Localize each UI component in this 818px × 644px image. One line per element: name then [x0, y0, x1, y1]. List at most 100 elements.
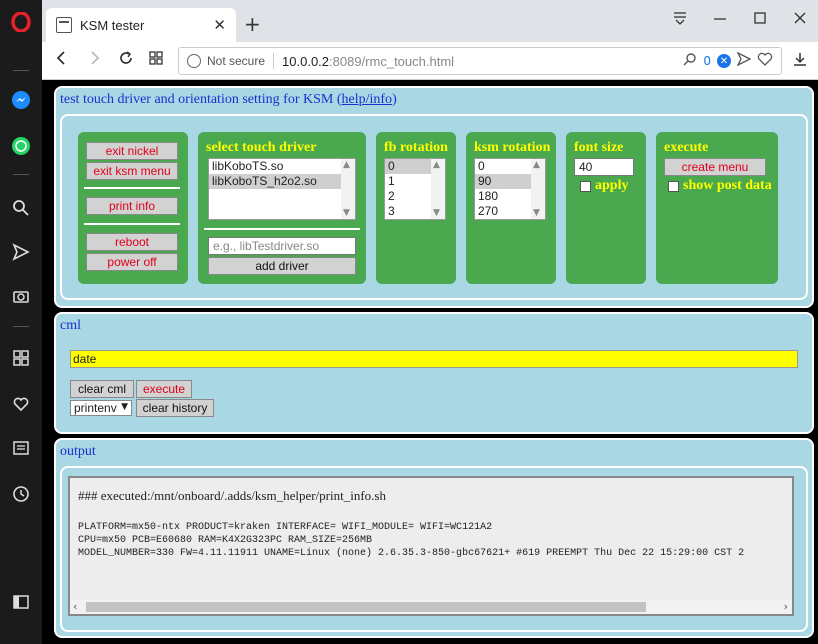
list-option[interactable]: libKoboTS_h2o2.so [209, 174, 355, 189]
driver-name-input[interactable]: e.g., libTestdriver.so [208, 237, 356, 255]
output-console[interactable]: ### executed:/mnt/onboard/.adds/ksm_help… [68, 476, 794, 616]
close-window-icon[interactable] [792, 10, 808, 30]
security-status[interactable]: Not secure [207, 54, 265, 68]
page-title-text: test touch driver and orientation settin… [60, 92, 334, 107]
sidebar-separator [13, 70, 29, 71]
ksm-rotation-box: ksm rotation 0 90 180 270 ▲ ▼ [466, 132, 556, 284]
scrollbar-thumb[interactable] [86, 602, 646, 612]
print-info-button[interactable]: print info [86, 197, 178, 215]
ksm-rotation-title: ksm rotation [474, 140, 551, 155]
heart-icon[interactable] [9, 392, 33, 416]
list-scrollbar[interactable]: ▲ ▼ [531, 159, 545, 219]
create-menu-button[interactable]: create menu [664, 158, 766, 176]
cml-panel: cml date clear cml execute printenv ▼ cl… [54, 312, 814, 434]
minimize-icon[interactable] [712, 10, 728, 30]
scroll-up-icon[interactable]: ▲ [533, 160, 540, 170]
scroll-down-icon[interactable]: ▼ [343, 208, 350, 218]
show-post-data-checkbox[interactable] [668, 181, 679, 192]
output-horizontal-scrollbar[interactable]: ‹ › [70, 600, 792, 614]
scroll-left-icon[interactable]: ‹ [73, 600, 77, 613]
ad-blocker-icon[interactable]: ✕ [717, 54, 731, 68]
power-off-button[interactable]: power off [86, 253, 178, 271]
whatsapp-icon[interactable] [9, 134, 33, 158]
font-size-title: font size [574, 140, 624, 155]
fb-rotation-list[interactable]: 0123 ▲ ▼ [384, 158, 446, 220]
execute-box: execute create menu show post data [656, 132, 778, 284]
search-page-icon[interactable] [683, 52, 697, 70]
send-icon[interactable] [9, 240, 33, 264]
url-host: 10.0.0.2 [282, 53, 330, 69]
scroll-down-icon[interactable]: ▼ [433, 208, 440, 218]
scroll-right-icon[interactable]: › [784, 600, 788, 613]
scroll-up-icon[interactable]: ▲ [343, 160, 350, 170]
url-separator [273, 53, 275, 69]
back-icon[interactable] [54, 50, 70, 71]
actions-box: exit nickel exit ksm menu print info reb… [78, 132, 188, 284]
history-clock-icon[interactable] [9, 482, 33, 506]
page-title: test touch driver and orientation settin… [60, 92, 397, 108]
download-icon[interactable] [792, 51, 808, 71]
fb-rotation-title: fb rotation [384, 140, 448, 155]
url-path: :8089/rmc_touch.html [329, 53, 455, 69]
opera-logo-icon[interactable] [9, 10, 33, 34]
list-scrollbar[interactable]: ▲ ▼ [431, 159, 445, 219]
scroll-down-icon[interactable]: ▼ [533, 208, 540, 218]
page-content: test touch driver and orientation settin… [42, 80, 818, 644]
tabs-grid-icon[interactable] [148, 50, 164, 71]
tab-ksm-tester[interactable]: KSM tester ✕ [46, 8, 236, 42]
output-panel: output ### executed:/mnt/onboard/.adds/k… [54, 438, 814, 638]
list-option[interactable]: libKoboTS.so [209, 159, 355, 174]
reload-icon[interactable] [118, 50, 134, 71]
exit-nickel-button[interactable]: exit nickel [86, 142, 178, 160]
help-close-paren: ) [392, 92, 397, 107]
maximize-icon[interactable] [752, 10, 768, 30]
tab-menu-icon[interactable] [672, 10, 688, 30]
touch-driver-title: select touch driver [206, 140, 317, 155]
divider [84, 223, 180, 225]
add-driver-button[interactable]: add driver [208, 257, 356, 275]
touch-driver-box: select touch driver libKoboTS.so libKoboT… [198, 132, 366, 284]
speed-dial-icon[interactable] [9, 346, 33, 370]
new-tab-button[interactable]: + [244, 12, 261, 36]
exit-ksm-menu-button[interactable]: exit ksm menu [86, 162, 178, 180]
show-post-data-label: show post data [683, 178, 772, 193]
chevron-down-icon: ▼ [121, 402, 128, 412]
reboot-button[interactable]: reboot [86, 233, 178, 251]
list-scrollbar[interactable]: ▲ ▼ [341, 159, 355, 219]
output-title: output [60, 444, 96, 459]
apply-checkbox[interactable] [580, 181, 591, 192]
news-icon[interactable] [9, 436, 33, 460]
camera-icon[interactable] [9, 284, 33, 308]
output-line: CPU=mx50 PCB=E60680 RAM=K4X2G323PC RAM_S… [78, 535, 373, 546]
cml-input[interactable]: date [70, 350, 798, 368]
fb-rotation-box: fb rotation 0123 ▲ ▼ [376, 132, 456, 284]
close-tab-icon[interactable]: ✕ [213, 16, 226, 34]
bookmark-heart-icon[interactable] [757, 52, 773, 70]
address-toolbar: Not secure 10.0.0.2 :8089/rmc_touch.html… [42, 42, 818, 80]
sidebar-separator [13, 326, 29, 327]
send-to-icon[interactable] [736, 51, 752, 70]
scroll-up-icon[interactable]: ▲ [433, 160, 440, 170]
sidebar-toggle-icon[interactable] [9, 590, 33, 614]
execute-cml-button[interactable]: execute [136, 380, 192, 398]
messenger-icon[interactable] [9, 88, 33, 112]
clear-cml-button[interactable]: clear cml [70, 380, 134, 398]
font-size-input[interactable]: 40 [574, 158, 634, 176]
execute-title: execute [664, 140, 709, 155]
clear-history-button[interactable]: clear history [136, 399, 214, 417]
output-heading: ### executed:/mnt/onboard/.adds/ksm_help… [78, 488, 386, 503]
globe-icon [187, 54, 201, 68]
output-line: MODEL_NUMBER=330 FW=4.11.11911 UNAME=Lin… [78, 548, 745, 559]
help-info-link[interactable]: help/info [342, 92, 393, 107]
divider [84, 187, 180, 189]
page-icon [56, 17, 72, 33]
font-size-box: font size 40 apply [566, 132, 646, 284]
url-bar[interactable]: Not secure 10.0.0.2 :8089/rmc_touch.html… [178, 47, 782, 75]
forward-icon[interactable] [86, 50, 102, 71]
tab-title: KSM tester [80, 17, 145, 33]
search-icon[interactable] [9, 196, 33, 220]
touch-driver-list[interactable]: libKoboTS.so libKoboTS_h2o2.so ▲ ▼ [208, 158, 356, 220]
history-select[interactable]: printenv ▼ [70, 400, 132, 416]
history-selected-value: printenv [74, 401, 117, 415]
ksm-rotation-list[interactable]: 0 90 180 270 ▲ ▼ [474, 158, 546, 220]
